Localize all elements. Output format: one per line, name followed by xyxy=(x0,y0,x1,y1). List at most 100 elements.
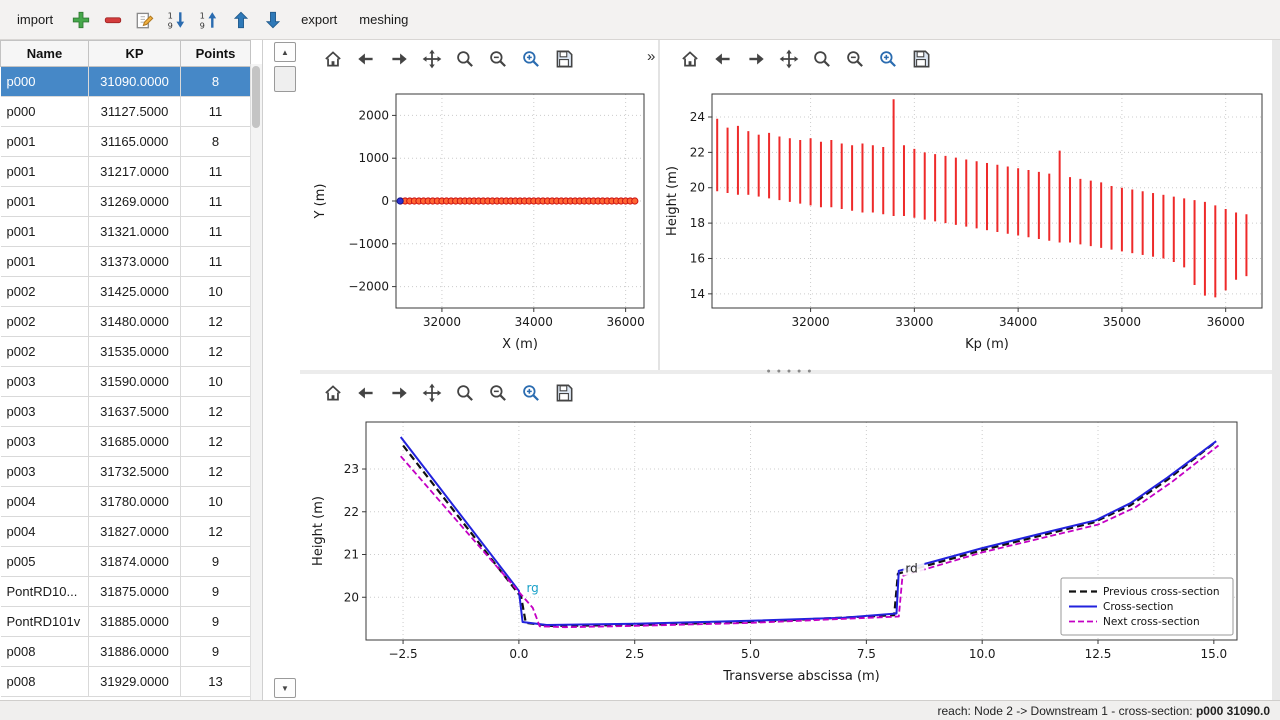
cell-name: p003 xyxy=(1,457,89,487)
home-button[interactable] xyxy=(318,379,348,407)
import-button[interactable]: import xyxy=(8,7,62,32)
edit-button[interactable] xyxy=(130,6,160,34)
meshing-button[interactable]: meshing xyxy=(350,7,417,32)
customize-button[interactable] xyxy=(516,379,546,407)
move-up-button[interactable] xyxy=(226,6,256,34)
y-axis: 20212223 xyxy=(344,462,366,604)
move-down-icon xyxy=(262,9,284,31)
back-button[interactable] xyxy=(351,379,381,407)
cell-kp: 31321.0000 xyxy=(89,217,181,247)
zoom-button[interactable] xyxy=(450,45,480,73)
svg-text:20: 20 xyxy=(344,590,359,604)
column-header-name[interactable]: Name xyxy=(1,41,89,67)
svg-text:rg: rg xyxy=(526,581,538,595)
scroll-up-button[interactable]: ▲ xyxy=(274,42,296,62)
table-header-row: Name KP Points xyxy=(1,41,251,67)
cell-points: 11 xyxy=(181,217,251,247)
table-row[interactable]: p00131321.000011 xyxy=(1,217,251,247)
table-row[interactable]: p00831929.000013 xyxy=(1,667,251,697)
zoom-button[interactable] xyxy=(807,45,837,73)
splitter-handle[interactable]: ● ● ● ● ● xyxy=(300,370,1280,374)
back-button[interactable] xyxy=(708,45,738,73)
export-button[interactable]: export xyxy=(292,7,346,32)
move-down-button[interactable] xyxy=(258,6,288,34)
move-up-icon xyxy=(230,9,252,31)
table-row[interactable]: p00331732.500012 xyxy=(1,457,251,487)
column-header-points[interactable]: Points xyxy=(181,41,251,67)
sort-desc-button[interactable]: 19 xyxy=(162,6,192,34)
customize-button[interactable] xyxy=(873,45,903,73)
svg-text:1: 1 xyxy=(168,10,173,20)
table-row[interactable]: p00131269.000011 xyxy=(1,187,251,217)
svg-text:−2.5: −2.5 xyxy=(388,647,417,661)
cross-sections-table: Name KP Points p00031090.00008p00031127.… xyxy=(0,40,251,697)
svg-text:21: 21 xyxy=(344,548,359,562)
cell-points: 12 xyxy=(181,397,251,427)
table-row[interactable]: p00031127.500011 xyxy=(1,97,251,127)
forward-button[interactable] xyxy=(741,45,771,73)
pan-icon xyxy=(421,382,443,404)
table-row[interactable]: p00131165.00008 xyxy=(1,127,251,157)
cell-name: p002 xyxy=(1,277,89,307)
table-scrollbar-thumb[interactable] xyxy=(252,66,260,128)
customize-button[interactable] xyxy=(516,45,546,73)
sort-asc-button[interactable]: 19 xyxy=(194,6,224,34)
subplots-button[interactable] xyxy=(483,45,513,73)
table-row[interactable]: p00331637.500012 xyxy=(1,397,251,427)
table-row[interactable]: p00331685.000012 xyxy=(1,427,251,457)
svg-text:36000: 36000 xyxy=(1207,315,1245,329)
table-scrollbar[interactable] xyxy=(250,64,262,700)
subplots-button[interactable] xyxy=(840,45,870,73)
table-row[interactable]: p00231480.000012 xyxy=(1,307,251,337)
forward-button[interactable] xyxy=(384,379,414,407)
cell-kp: 31875.0000 xyxy=(89,577,181,607)
table-row[interactable]: p00131217.000011 xyxy=(1,157,251,187)
save-icon xyxy=(553,48,575,70)
svg-text:0.0: 0.0 xyxy=(509,647,528,661)
table-row[interactable]: p00531874.00009 xyxy=(1,547,251,577)
cross-section-chart: −2.50.02.55.07.510.012.515.020212223Tran… xyxy=(300,410,1275,698)
cell-kp: 31269.0000 xyxy=(89,187,181,217)
cell-points: 9 xyxy=(181,637,251,667)
table-row[interactable]: p00431780.000010 xyxy=(1,487,251,517)
longitudinal-profile-canvas[interactable]: 3200033000340003500036000141618202224Kp … xyxy=(660,80,1270,370)
table-row[interactable]: PontRD101v31885.00009 xyxy=(1,607,251,637)
svg-text:12.5: 12.5 xyxy=(1085,647,1112,661)
table-row[interactable]: p00231535.000012 xyxy=(1,337,251,367)
panel-scrollbar-thumb[interactable] xyxy=(274,66,296,92)
home-button[interactable] xyxy=(318,45,348,73)
subplots-button[interactable] xyxy=(483,379,513,407)
save-button[interactable] xyxy=(549,379,579,407)
pan-button[interactable] xyxy=(417,379,447,407)
add-button[interactable] xyxy=(66,6,96,34)
cell-name: p001 xyxy=(1,187,89,217)
save-button[interactable] xyxy=(549,45,579,73)
save-button[interactable] xyxy=(906,45,936,73)
cell-points: 12 xyxy=(181,457,251,487)
zoom-button[interactable] xyxy=(450,379,480,407)
table-row[interactable]: p00431827.000012 xyxy=(1,517,251,547)
home-button[interactable] xyxy=(675,45,705,73)
annotation-rd: rd xyxy=(903,561,924,575)
right-gutter xyxy=(1272,40,1280,700)
table-row[interactable]: p00031090.00008 xyxy=(1,67,251,97)
table-row[interactable]: p00131373.000011 xyxy=(1,247,251,277)
table-row[interactable]: p00231425.000010 xyxy=(1,277,251,307)
remove-button[interactable] xyxy=(98,6,128,34)
scroll-down-button[interactable]: ▼ xyxy=(274,678,296,698)
pan-button[interactable] xyxy=(417,45,447,73)
cell-points: 12 xyxy=(181,517,251,547)
cross-section-canvas[interactable]: −2.50.02.55.07.510.012.515.020212223Tran… xyxy=(300,410,1275,698)
back-icon xyxy=(355,382,377,404)
column-header-kp[interactable]: KP xyxy=(89,41,181,67)
svg-text:Previous cross-section: Previous cross-section xyxy=(1103,586,1220,598)
cell-points: 11 xyxy=(181,97,251,127)
forward-button[interactable] xyxy=(384,45,414,73)
table-row[interactable]: PontRD10...31875.00009 xyxy=(1,577,251,607)
plan-view-canvas[interactable]: 320003400036000200010000−1000−2000X (m)Y… xyxy=(300,80,656,370)
back-button[interactable] xyxy=(351,45,381,73)
table-row[interactable]: p00831886.00009 xyxy=(1,637,251,667)
table-row[interactable]: p00331590.000010 xyxy=(1,367,251,397)
forward-icon xyxy=(745,48,767,70)
pan-button[interactable] xyxy=(774,45,804,73)
